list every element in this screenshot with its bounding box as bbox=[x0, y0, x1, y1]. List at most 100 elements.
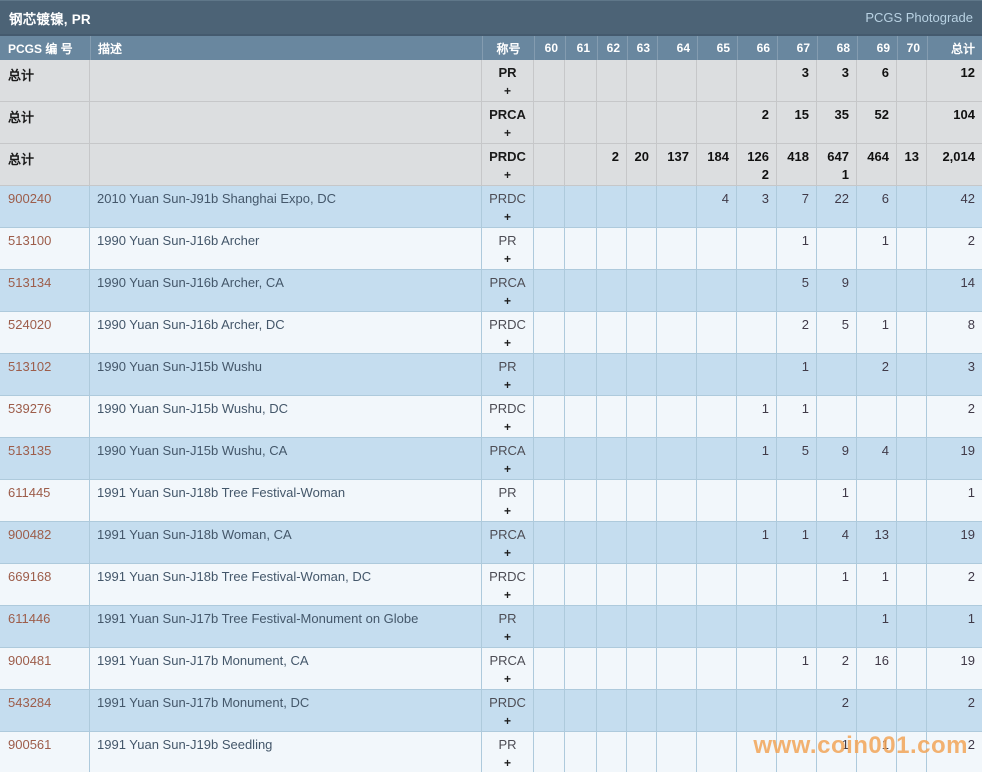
grade-plus-count bbox=[657, 713, 689, 729]
designation-cell: PRDC+ bbox=[482, 564, 534, 606]
plus-label: + bbox=[482, 545, 533, 561]
pcgs-number-link[interactable]: 900481 bbox=[8, 653, 51, 668]
description-cell: 1991 Yuan Sun-J18b Woman, CA bbox=[90, 522, 482, 564]
designation-cell: PRDC+ bbox=[482, 144, 534, 186]
grade-cell-63 bbox=[627, 396, 657, 438]
grade-cell-62 bbox=[597, 354, 627, 396]
pcgs-number-link[interactable]: 513135 bbox=[8, 443, 51, 458]
designation-cell: PR+ bbox=[482, 228, 534, 270]
grade-count bbox=[565, 317, 589, 333]
pcgs-number-link[interactable]: 524020 bbox=[8, 317, 51, 332]
total-row: 总计PRCA+2153552104 bbox=[0, 102, 982, 144]
grade-plus-count bbox=[697, 377, 729, 393]
photograde-link[interactable]: PCGS Photograde bbox=[865, 10, 973, 25]
pcgs-number-link[interactable]: 513102 bbox=[8, 359, 51, 374]
grade-plus-count bbox=[897, 503, 919, 519]
pcgs-number-cell: 669168 bbox=[0, 564, 90, 606]
grade-count: 1 bbox=[777, 359, 809, 375]
grade-cell-63 bbox=[627, 522, 657, 564]
grade-count bbox=[597, 317, 619, 333]
pcgs-number-link[interactable]: 900482 bbox=[8, 527, 51, 542]
grade-cell-66 bbox=[737, 564, 777, 606]
grade-cell-66 bbox=[737, 228, 777, 270]
grade-count bbox=[534, 275, 557, 291]
grade-plus-count bbox=[565, 209, 589, 225]
pcgs-number-link[interactable]: 611446 bbox=[8, 611, 50, 626]
pcgs-number-link[interactable]: 543284 bbox=[8, 695, 51, 710]
grade-cell-65 bbox=[697, 396, 737, 438]
grade-count bbox=[697, 485, 729, 501]
grade-cell-70 bbox=[897, 438, 927, 480]
grade-plus-count bbox=[534, 671, 557, 687]
grade-cell-64 bbox=[657, 480, 697, 522]
plus-label: + bbox=[482, 251, 533, 267]
table-row: 9002402010 Yuan Sun-J91b Shanghai Expo, … bbox=[0, 186, 982, 228]
designation-label: PR bbox=[482, 485, 533, 501]
column-header-pcgs-number: PCGS 编 号 bbox=[0, 36, 90, 60]
grade-cell-65 bbox=[697, 270, 737, 312]
grade-cell-64 bbox=[657, 690, 697, 732]
designation-cell: PR+ bbox=[482, 480, 534, 522]
grade-count bbox=[565, 275, 589, 291]
grade-cell-69: 6 bbox=[857, 186, 897, 228]
grade-cell-70 bbox=[897, 354, 927, 396]
grade-plus-count bbox=[857, 587, 889, 603]
pcgs-number-link[interactable]: 900240 bbox=[8, 191, 51, 206]
grade-cell-68: 22 bbox=[817, 186, 857, 228]
table-row: 5131001990 Yuan Sun-J16b ArcherPR+112 bbox=[0, 228, 982, 270]
grade-plus-count bbox=[857, 83, 889, 99]
pcgs-number-cell: 611446 bbox=[0, 606, 90, 648]
pcgs-number-link[interactable]: 611445 bbox=[8, 485, 50, 500]
grade-cell-68: 6471 bbox=[817, 144, 857, 186]
grade-plus-count bbox=[857, 671, 889, 687]
grade-count bbox=[697, 569, 729, 585]
pcgs-number-link[interactable]: 513134 bbox=[8, 275, 51, 290]
grade-cell-66: 1 bbox=[737, 438, 777, 480]
grade-count bbox=[597, 485, 619, 501]
grade-cell-69 bbox=[857, 396, 897, 438]
pcgs-number-link[interactable]: 900561 bbox=[8, 737, 51, 752]
grade-count: 1 bbox=[817, 485, 849, 501]
grade-plus-count bbox=[817, 755, 849, 771]
grade-cell-total: 2 bbox=[927, 690, 982, 732]
grade-cell-61 bbox=[565, 564, 597, 606]
grade-plus-count bbox=[927, 419, 975, 435]
grade-cell-60 bbox=[534, 648, 565, 690]
grade-count bbox=[565, 737, 589, 753]
grade-cell-69: 464 bbox=[857, 144, 897, 186]
pcgs-number-link[interactable]: 513100 bbox=[8, 233, 51, 248]
pcgs-number-link[interactable]: 669168 bbox=[8, 569, 51, 584]
grade-plus-count bbox=[657, 293, 689, 309]
description-cell: 1991 Yuan Sun-J18b Tree Festival-Woman, … bbox=[90, 564, 482, 606]
pcgs-number-link[interactable]: 539276 bbox=[8, 401, 51, 416]
column-header-61: 61 bbox=[565, 36, 597, 60]
grade-cell-65 bbox=[697, 228, 737, 270]
grade-cell-62 bbox=[597, 396, 627, 438]
grade-count bbox=[627, 611, 649, 627]
grade-plus-count bbox=[697, 671, 729, 687]
grade-count bbox=[697, 65, 729, 81]
grade-cell-total: 2 bbox=[927, 228, 982, 270]
grade-count: 15 bbox=[777, 107, 809, 123]
grade-count bbox=[737, 485, 769, 501]
grade-cell-60 bbox=[534, 60, 565, 102]
grade-count: 20 bbox=[627, 149, 649, 165]
description-cell: 1990 Yuan Sun-J15b Wushu, CA bbox=[90, 438, 482, 480]
grade-plus-count bbox=[927, 461, 975, 477]
grade-cell-66: 1 bbox=[737, 522, 777, 564]
grade-plus-count bbox=[817, 545, 849, 561]
grade-count: 9 bbox=[817, 443, 849, 459]
grade-plus-count bbox=[534, 755, 557, 771]
grade-plus-count: 1 bbox=[817, 167, 849, 183]
grade-cell-69: 1 bbox=[857, 564, 897, 606]
grade-count: 1 bbox=[857, 611, 889, 627]
designation-cell: PRDC+ bbox=[482, 690, 534, 732]
grade-plus-count bbox=[565, 251, 589, 267]
grade-count bbox=[534, 149, 557, 165]
grade-count bbox=[565, 191, 589, 207]
grade-plus-count bbox=[697, 335, 729, 351]
grade-plus-count bbox=[897, 671, 919, 687]
grade-count: 2 bbox=[857, 359, 889, 375]
grade-count bbox=[534, 485, 557, 501]
grade-plus-count bbox=[817, 629, 849, 645]
